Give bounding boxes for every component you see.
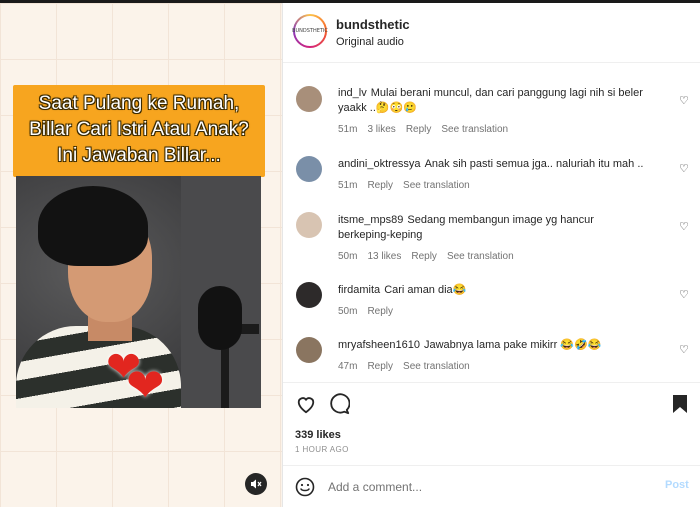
comment-text: Mulai berani muncul, dan cari panggung l… (338, 87, 643, 114)
reply-button[interactable]: Reply (367, 306, 393, 317)
microphone (198, 286, 242, 350)
heart-icon[interactable] (293, 391, 319, 417)
likes-count[interactable]: 339 likes (295, 429, 341, 441)
avatar[interactable] (296, 337, 322, 363)
comment-glyph (330, 393, 350, 415)
comment-body: andini_oktressya Anak sih pasti semua jga… (338, 157, 668, 172)
see-translation-link[interactable]: See translation (403, 180, 470, 191)
comment-meta: 47m Reply See translation (338, 361, 480, 372)
avatar[interactable] (296, 86, 322, 112)
heart-sticker: ❤ (126, 359, 165, 408)
avatar-image: BUNDSTHETIC (292, 16, 328, 46)
post-username[interactable]: bundsthetic (336, 17, 410, 32)
bookmark-icon[interactable] (667, 391, 693, 417)
like-glyph (297, 397, 315, 414)
comment-text: Jawabnya lama pake mikirr 😂🤣😂 (423, 339, 602, 351)
post-button[interactable]: Post (665, 479, 689, 491)
add-comment-bar: Post (283, 466, 700, 507)
heart-icon[interactable]: ♡ (679, 288, 689, 301)
comment-likes[interactable]: 13 likes (367, 251, 401, 262)
video-frame[interactable]: ❤ ❤ (16, 176, 261, 408)
bookmark-glyph (673, 395, 687, 413)
avatar[interactable]: BUNDSTHETIC (292, 14, 328, 48)
comment-body: mryafsheen1610 Jawabnya lama pake mikirr … (338, 338, 668, 353)
post-header: BUNDSTHETIC bundsthetic Original audio (283, 3, 700, 63)
reply-button[interactable]: Reply (367, 361, 393, 372)
avatar[interactable] (296, 212, 322, 238)
reply-button[interactable]: Reply (411, 251, 437, 262)
comment-username[interactable]: ind_lv (338, 87, 367, 99)
reply-button[interactable]: Reply (367, 180, 393, 191)
see-translation-link[interactable]: See translation (403, 361, 470, 372)
comment-time[interactable]: 50m (338, 251, 357, 262)
volume-mute-icon[interactable] (245, 473, 267, 495)
see-translation-link[interactable]: See translation (447, 251, 514, 262)
comment-time[interactable]: 47m (338, 361, 357, 372)
comment-username[interactable]: firdamita (338, 284, 380, 296)
post-actions (283, 391, 700, 421)
comment-list[interactable]: ind_lv Mulai berani muncul, dan cari pang… (283, 64, 700, 382)
comment-body: firdamita Cari aman dia😂 (338, 283, 668, 298)
emoji-icon[interactable] (295, 477, 315, 497)
comment-icon[interactable] (326, 391, 352, 417)
comment-username[interactable]: andini_oktressya (338, 158, 421, 170)
person-hair (38, 186, 148, 266)
caption-line: Saat Pulang ke Rumah, (38, 93, 240, 114)
comment-time[interactable]: 51m (338, 180, 357, 191)
comment-text: Anak sih pasti semua jga.. naluriah itu … (424, 158, 644, 170)
reply-button[interactable]: Reply (406, 124, 432, 135)
instagram-post-window: Saat Pulang ke Rumah, Billar Cari Istri … (0, 0, 700, 507)
see-translation-link[interactable]: See translation (441, 124, 508, 135)
volume-mute-glyph (251, 479, 262, 489)
comment-meta: 51m 3 likes Reply See translation (338, 124, 518, 135)
heart-icon[interactable]: ♡ (679, 94, 689, 107)
heart-icon[interactable]: ♡ (679, 220, 689, 233)
heart-icon[interactable]: ♡ (679, 162, 689, 175)
post-sidebar: BUNDSTHETIC bundsthetic Original audio i… (283, 3, 700, 507)
avatar[interactable] (296, 156, 322, 182)
comment-body: ind_lv Mulai berani muncul, dan cari pang… (338, 86, 668, 116)
avatar[interactable] (296, 282, 322, 308)
comment-meta: 51m Reply See translation (338, 180, 480, 191)
video-caption-box: Saat Pulang ke Rumah, Billar Cari Istri … (13, 85, 265, 177)
caption-line: Billar Cari Istri Atau Anak? (29, 119, 249, 140)
comment-username[interactable]: mryafsheen1610 (338, 339, 420, 351)
emoji-glyph (295, 477, 315, 497)
heart-icon[interactable]: ♡ (679, 343, 689, 356)
comment-time[interactable]: 51m (338, 124, 357, 135)
section-divider (283, 382, 700, 383)
comment-meta: 50m Reply (338, 306, 403, 317)
comment-username[interactable]: itsme_mps89 (338, 214, 403, 226)
comment-time[interactable]: 50m (338, 306, 357, 317)
avatar-logo-text: BUNDSTHETIC (292, 28, 328, 34)
post-timestamp: 1 HOUR AGO (295, 445, 349, 454)
comment-input[interactable] (328, 477, 648, 497)
caption-line: Ini Jawaban Billar... (57, 145, 221, 166)
comment-likes[interactable]: 3 likes (367, 124, 395, 135)
audio-link[interactable]: Original audio (336, 36, 404, 48)
post-media[interactable]: Saat Pulang ke Rumah, Billar Cari Istri … (0, 3, 283, 507)
comment-body: itsme_mps89 Sedang membangun image yg han… (338, 213, 638, 243)
comment-text: Cari aman dia😂 (384, 284, 467, 296)
comment-meta: 50m 13 likes Reply See translation (338, 251, 524, 262)
